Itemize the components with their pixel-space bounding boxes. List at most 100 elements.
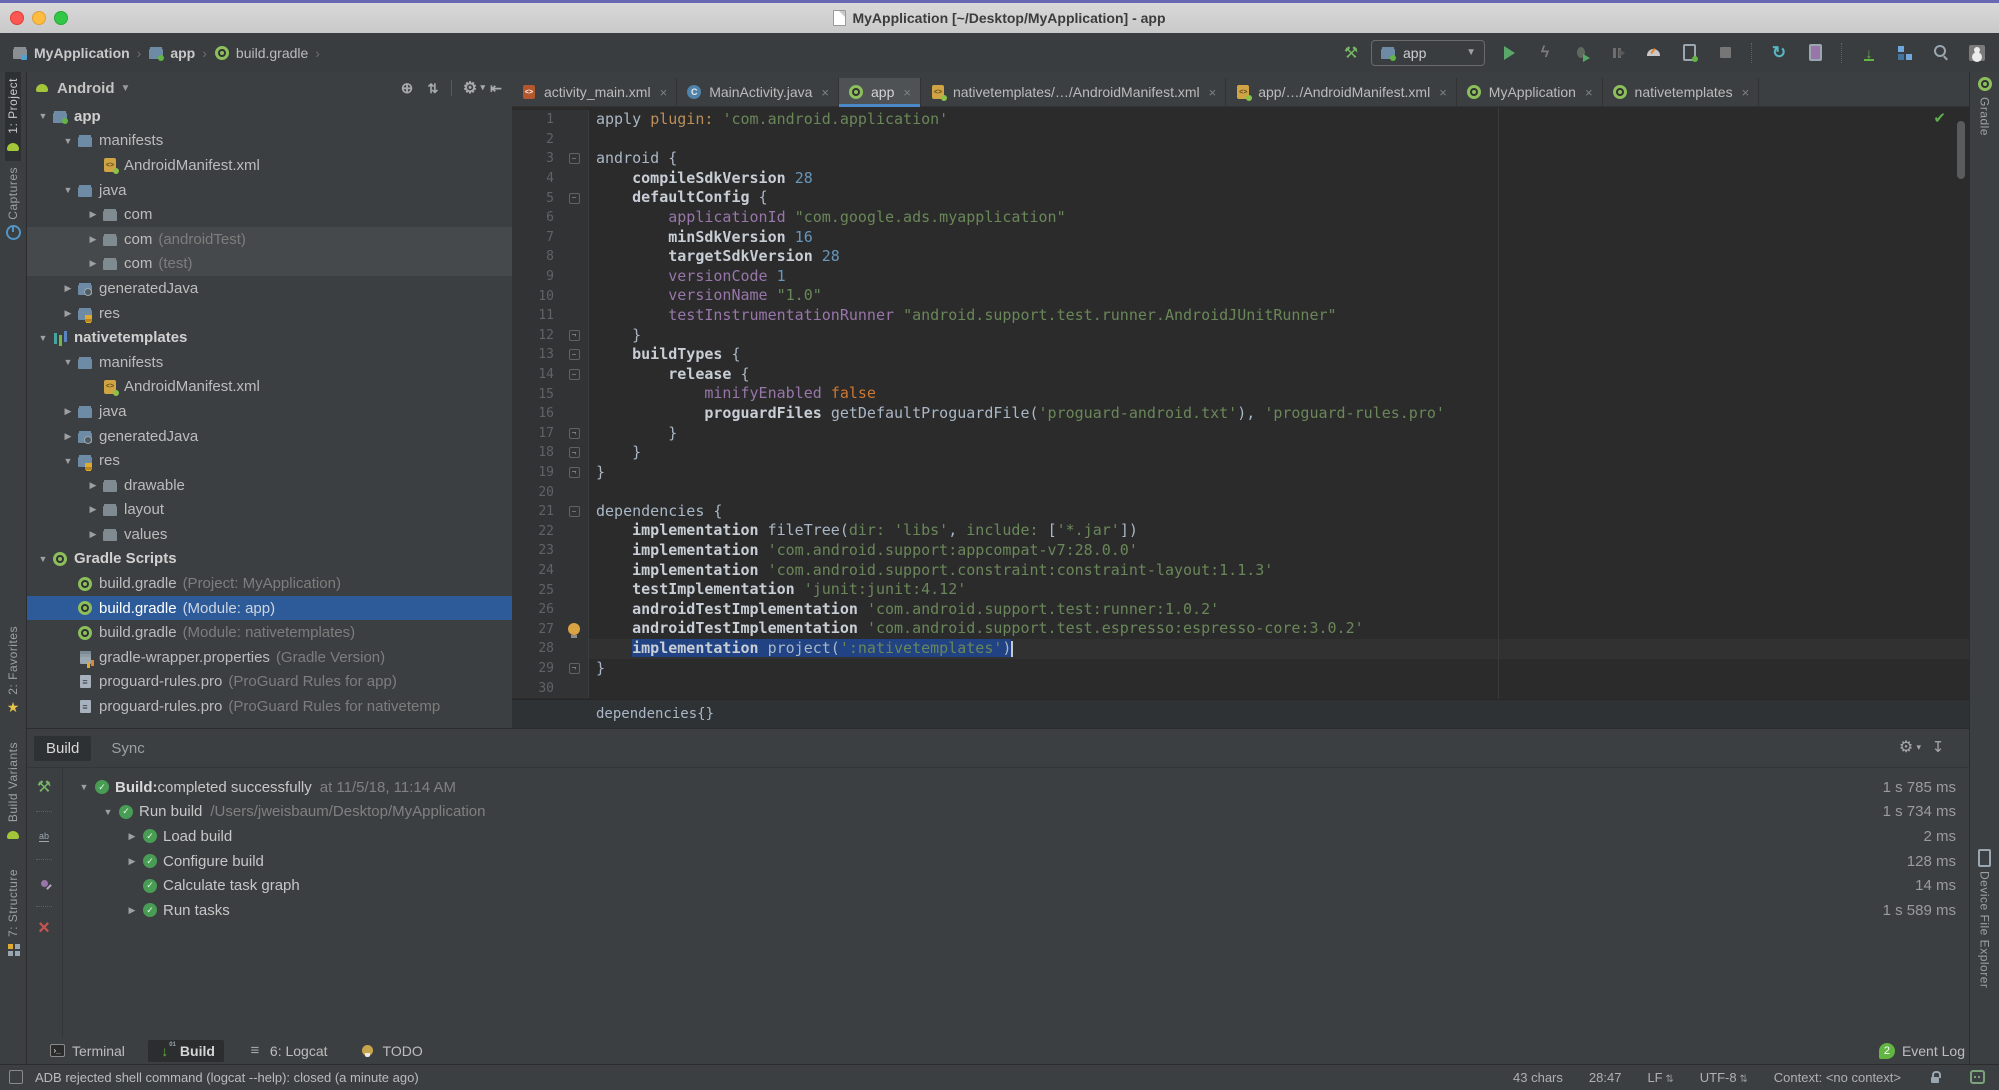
tree-row[interactable]: ▼ Gradle Scripts (26, 547, 512, 572)
collapse-arrow-icon[interactable]: ▼ (59, 136, 77, 146)
run-configuration-select[interactable]: app ▼ (1371, 39, 1485, 66)
editor-tab-myapplication[interactable]: MyApplication × (1457, 78, 1603, 106)
close-tab-icon[interactable]: × (821, 85, 829, 100)
tree-row[interactable]: build.gradle (Project: MyApplication) (26, 571, 512, 596)
tree-row[interactable]: ▶ generatedJava (26, 424, 512, 449)
search-button[interactable] (1929, 41, 1953, 65)
gear-arrow-button[interactable] (1898, 739, 1921, 757)
editor-tab-app[interactable]: app × (839, 78, 921, 107)
stripe-button-gradle[interactable]: Gradle (1970, 76, 1999, 136)
expand-arrow-icon[interactable]: ▶ (59, 406, 77, 417)
locate-button[interactable] (399, 80, 415, 97)
close-red-button[interactable] (36, 921, 52, 940)
build-tree-row[interactable]: ▶ ✓ Load build 2 ms (63, 824, 1970, 849)
fold-end-icon[interactable]: ¬ (568, 447, 580, 459)
tree-row[interactable]: build.gradle (Module: app) (26, 595, 512, 621)
build-tree-row[interactable]: ✓ Calculate task graph 14 ms (63, 873, 1970, 898)
tree-row[interactable]: ▶ layout (26, 498, 512, 523)
expand-arrow-icon[interactable]: ▶ (84, 234, 102, 245)
fold-end-icon[interactable]: ¬ (568, 662, 580, 674)
close-tab-icon[interactable]: × (1742, 85, 1750, 100)
tool-window-switcher-icon[interactable] (9, 1070, 23, 1084)
tree-row[interactable]: ▼ res (26, 448, 512, 473)
tree-row[interactable]: AndroidManifest.xml (26, 153, 512, 178)
play-button[interactable] (1497, 41, 1521, 65)
tree-row[interactable]: ▼ manifests (26, 129, 512, 154)
tree-row[interactable]: ▶ res (26, 301, 512, 326)
breadcrumb-item-myapplication[interactable]: MyApplication (12, 45, 130, 61)
project-view-selector[interactable]: Android (57, 80, 115, 97)
stop-button[interactable] (1713, 41, 1737, 65)
tree-row[interactable]: AndroidManifest.xml (26, 375, 512, 400)
stripe-button-build-variants[interactable]: Build Variants (5, 736, 21, 849)
intention-bulb-icon[interactable] (568, 623, 580, 639)
editor-tab-mainactivity-java[interactable]: MainActivity.java × (677, 78, 839, 106)
avd-button[interactable] (1803, 41, 1827, 65)
breadcrumb-item-app[interactable]: app (148, 45, 195, 61)
tree-row[interactable]: ▶ com (androidTest) (26, 226, 512, 252)
tree-row[interactable]: proguard-rules.pro (ProGuard Rules for na… (26, 694, 512, 719)
editor-tab-activity-main-xml[interactable]: activity_main.xml × (512, 78, 678, 106)
tool-window-button-todo[interactable]: TODO (351, 1040, 432, 1062)
expand-arrow-icon[interactable]: ▶ (84, 209, 102, 220)
expand-arrow-icon[interactable]: ▶ (59, 283, 77, 294)
tree-row[interactable]: ▶ values (26, 522, 512, 547)
build-tree-row[interactable]: ▼ ✓ Build: completed successfully at 11/5/1… (63, 775, 1970, 800)
structure-button[interactable] (1893, 41, 1917, 65)
fold-open-icon[interactable]: − (568, 192, 580, 204)
expand-arrow-icon[interactable]: ▶ (84, 258, 102, 269)
tree-row[interactable]: ▶ generatedJava (26, 276, 512, 301)
stripe-button-2-favorites[interactable]: 2: Favorites (5, 620, 21, 722)
event-log-button[interactable]: 2 Event Log (1878, 1042, 1965, 1059)
tool-window-button-build[interactable]: Build (147, 1039, 224, 1062)
collapse-button[interactable] (425, 80, 441, 97)
collapse-arrow-icon[interactable]: ▼ (34, 554, 52, 564)
gear-arrow-button[interactable] (462, 80, 485, 97)
encoding-widget[interactable]: UTF-8 ⇅ (1700, 1070, 1748, 1085)
tree-row[interactable]: ▶ java (26, 399, 512, 424)
caret-position[interactable]: 28:47 (1589, 1070, 1622, 1085)
fold-end-icon[interactable]: ¬ (568, 466, 580, 478)
breadcrumb-item-build-gradle[interactable]: build.gradle (214, 45, 308, 61)
tree-row[interactable]: build.gradle (Module: nativetemplates) (26, 620, 512, 645)
editor-tab-nativetemplates[interactable]: nativetemplates × (1603, 78, 1760, 106)
expand-arrow-icon[interactable]: ▶ (123, 856, 141, 867)
close-tab-icon[interactable]: × (1439, 85, 1447, 100)
expand-arrow-icon[interactable]: ▶ (123, 905, 141, 916)
tree-row[interactable]: ▼ nativetemplates (26, 325, 512, 350)
editor-tab-nativetemplates-androidmanifest-xml[interactable]: nativetemplates/…/AndroidManifest.xml × (921, 78, 1227, 106)
build-tree-row[interactable]: ▶ ✓ Run tasks 1 s 589 ms (63, 898, 1970, 923)
fold-end-icon[interactable]: ¬ (568, 427, 580, 439)
expand-arrow-icon[interactable]: ▶ (59, 431, 77, 442)
collapse-arrow-icon[interactable]: ▼ (99, 807, 117, 817)
collapse-arrow-icon[interactable]: ▼ (59, 185, 77, 195)
collapse-arrow-icon[interactable]: ▼ (59, 357, 77, 367)
editor-scrollbar[interactable] (1957, 121, 1965, 179)
fold-open-icon[interactable]: − (568, 349, 580, 361)
tree-row[interactable]: gradle-wrapper.properties (Gradle Version… (26, 645, 512, 670)
collapse-arrow-icon[interactable]: ▼ (34, 111, 52, 121)
filter-button[interactable] (36, 826, 52, 845)
gauge-button[interactable] (1641, 41, 1665, 65)
pin-button[interactable] (36, 874, 52, 892)
tree-row[interactable]: proguard-rules.pro (ProGuard Rules for ap… (26, 670, 512, 695)
tree-row[interactable]: ▶ drawable (26, 473, 512, 498)
context-widget[interactable]: Context: <no context> (1774, 1070, 1901, 1085)
expand-arrow-icon[interactable]: ▶ (84, 480, 102, 491)
editor-tab-app-androidmanifest-xml[interactable]: app/…/AndroidManifest.xml × (1226, 78, 1457, 106)
build-panel-tab-sync[interactable]: Sync (99, 736, 156, 761)
hide-button[interactable] (488, 80, 504, 97)
attach-button[interactable] (1677, 41, 1701, 65)
tool-window-button-6-logcat[interactable]: 6: Logcat (238, 1040, 337, 1062)
fold-open-icon[interactable]: − (568, 369, 580, 381)
expand-arrow-icon[interactable]: ▶ (84, 529, 102, 540)
line-separator-widget[interactable]: LF ⇅ (1647, 1070, 1673, 1085)
collapse-arrow-icon[interactable]: ▼ (34, 333, 52, 343)
tree-row[interactable]: ▼ java (26, 178, 512, 203)
debug-button[interactable] (1569, 41, 1593, 65)
close-tab-icon[interactable]: × (660, 85, 668, 100)
tree-row[interactable]: ▶ com (26, 202, 512, 227)
close-tab-icon[interactable]: × (903, 85, 911, 100)
expand-arrow-icon[interactable]: ▶ (84, 504, 102, 515)
close-tab-icon[interactable]: × (1585, 85, 1593, 100)
